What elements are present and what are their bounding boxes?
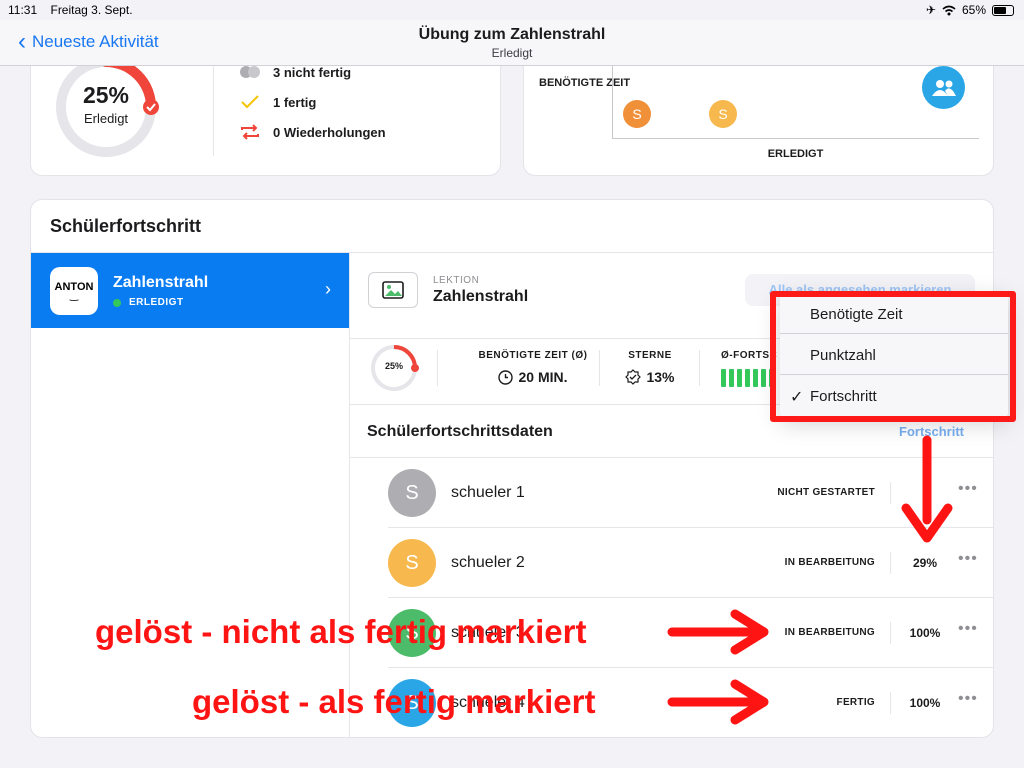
annotation-text: gelöst - nicht als fertig markiert (95, 613, 587, 650)
annotation-arrows (667, 435, 953, 725)
annotation-text: gelöst - als fertig markiert (192, 683, 596, 720)
